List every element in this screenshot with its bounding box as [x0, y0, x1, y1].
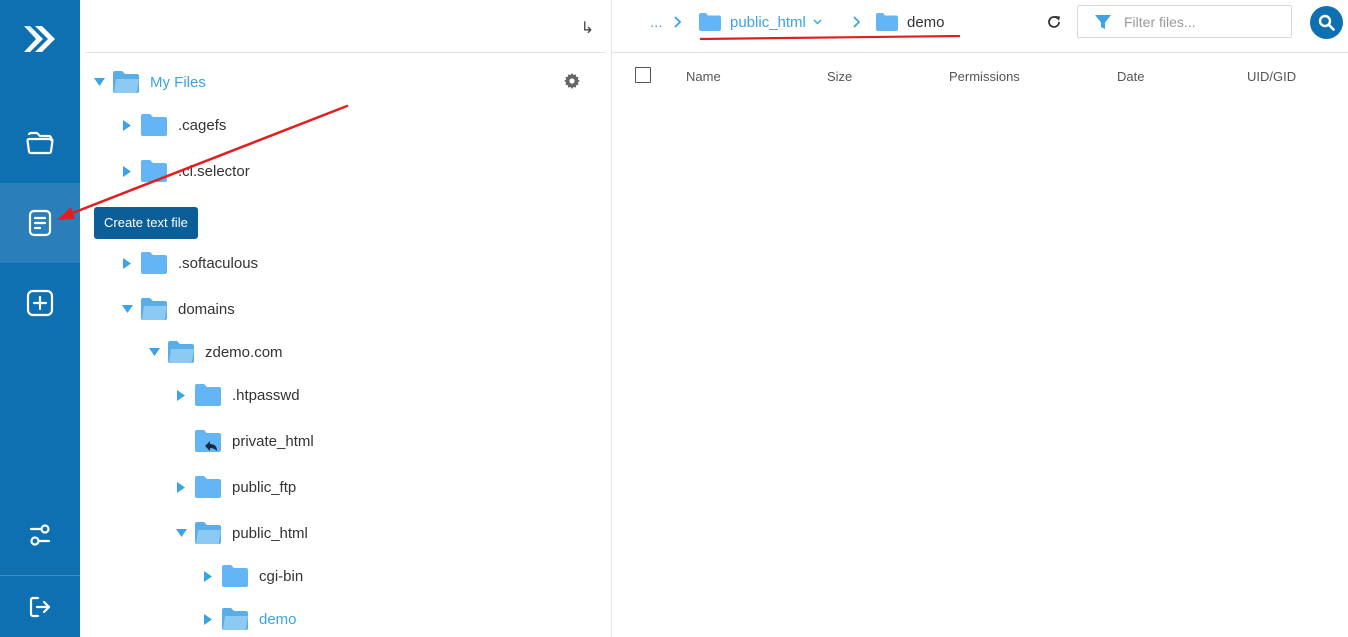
caret-right-icon[interactable] [120, 118, 134, 132]
chevron-down-icon[interactable] [813, 19, 822, 25]
caret-right-icon[interactable] [201, 612, 215, 626]
search-button[interactable] [1310, 6, 1343, 39]
folder-icon [141, 114, 167, 136]
caret-right-icon[interactable] [120, 164, 134, 178]
folder-icon [195, 476, 221, 498]
tree-item-cgi-bin[interactable]: cgi-bin [201, 561, 303, 591]
caret-right-icon[interactable] [201, 569, 215, 583]
file-list-panel: ... public_html demo Filter files... Nam… [612, 0, 1348, 637]
tree-root-my-files[interactable]: My Files [92, 67, 206, 97]
tree-item-label: zdemo.com [205, 343, 283, 361]
column-header-permissions[interactable]: Permissions [949, 69, 1020, 84]
tree-item-public-html[interactable]: public_html [174, 518, 308, 548]
refresh-icon[interactable] [1046, 14, 1062, 30]
settings-sliders-icon [29, 524, 51, 546]
folder-icon [141, 252, 167, 274]
folder-open-icon [113, 71, 139, 93]
folder-open-icon [26, 131, 54, 155]
caret-right-icon[interactable] [120, 256, 134, 270]
chevron-right-icon [674, 16, 682, 28]
collapse-panel-icon[interactable]: ↳ [581, 18, 594, 38]
folder-tree-panel: ↳ My Files .cagefs .cl.selector .softacu… [80, 0, 612, 637]
breadcrumb-ellipsis[interactable]: ... [650, 0, 663, 44]
add-square-icon [26, 289, 54, 317]
caret-down-icon[interactable] [120, 302, 134, 316]
tree-item-softaculous[interactable]: .softaculous [120, 248, 258, 278]
folder-link-icon [195, 430, 221, 452]
folder-open-icon [195, 522, 221, 544]
filter-funnel-icon [1095, 14, 1111, 29]
tree-item-label: .cagefs [178, 116, 227, 134]
tree-item-cagefs[interactable]: .cagefs [120, 110, 226, 140]
create-text-file-tooltip: Create text file [94, 207, 198, 239]
tree-item-zdemo-com[interactable]: zdemo.com [147, 337, 283, 367]
tree-item-label: private_html [232, 432, 314, 450]
sidebar-rail [0, 0, 80, 637]
gear-icon[interactable] [564, 73, 580, 89]
logout-icon [29, 596, 51, 618]
tree-header: ↳ [86, 0, 606, 53]
tree-item-cl-selector[interactable]: .cl.selector [120, 156, 250, 186]
filter-files-input[interactable] [1122, 12, 1286, 31]
caret-down-icon[interactable] [174, 526, 188, 540]
caret-down-icon[interactable] [147, 345, 161, 359]
path-toolbar: ... public_html demo [612, 0, 1348, 53]
folder-open-icon [222, 608, 248, 630]
tree-item-label: demo [259, 610, 297, 628]
tree-item-public-ftp[interactable]: public_ftp [174, 472, 296, 502]
rail-create-text-file-button[interactable] [0, 183, 80, 263]
tree-item-label: public_ftp [232, 478, 297, 496]
tree-item-label: .htpasswd [232, 386, 300, 404]
caret-down-icon[interactable] [92, 75, 106, 89]
breadcrumb-label: public_html [730, 13, 806, 31]
folder-icon [195, 384, 221, 406]
breadcrumb-label: demo [907, 13, 945, 31]
tree-item-demo[interactable]: demo [201, 604, 297, 634]
text-file-icon [28, 209, 52, 237]
folder-icon [699, 13, 721, 31]
tree-item-private-html[interactable]: private_html [174, 426, 314, 456]
tree-item-label: cgi-bin [259, 567, 304, 585]
filter-files-box [1077, 5, 1292, 38]
rail-file-manager-button[interactable] [0, 103, 80, 183]
folder-icon [141, 160, 167, 182]
rail-settings-button[interactable] [0, 495, 80, 575]
column-header-size[interactable]: Size [827, 69, 852, 84]
column-header-date[interactable]: Date [1117, 69, 1144, 84]
folder-open-icon [141, 298, 167, 320]
rail-divider [0, 575, 80, 576]
breadcrumb-ellipsis-label: ... [650, 13, 663, 31]
search-icon [1318, 14, 1335, 31]
app-logo-icon[interactable] [22, 20, 58, 58]
column-header-name[interactable]: Name [686, 69, 721, 84]
tree-item-label: My Files [150, 73, 206, 91]
tree-item-htpasswd[interactable]: .htpasswd [174, 380, 300, 410]
tree-item-label: domains [178, 300, 235, 318]
tree-item-label: public_html [232, 524, 308, 542]
select-all-checkbox[interactable] [635, 67, 651, 83]
caret-right-icon[interactable] [174, 388, 188, 402]
rail-create-new-button[interactable] [0, 263, 80, 343]
tree-item-domains[interactable]: domains [120, 294, 235, 324]
chevron-right-icon [853, 16, 861, 28]
tree-item-label: .softaculous [178, 254, 259, 272]
rail-logout-button[interactable] [0, 577, 80, 637]
tree-item-label: .cl.selector [178, 162, 250, 180]
folder-open-icon [168, 341, 194, 363]
caret-right-icon[interactable] [174, 480, 188, 494]
folder-icon [876, 13, 898, 31]
annotation-underline [700, 35, 960, 41]
column-header-uid-gid[interactable]: UID/GID [1247, 69, 1296, 84]
folder-icon [222, 565, 248, 587]
